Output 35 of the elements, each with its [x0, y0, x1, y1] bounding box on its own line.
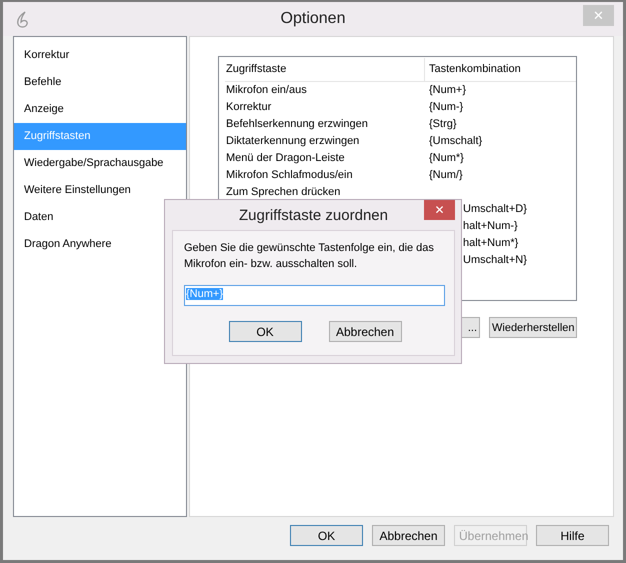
table-cell: Zum Sprechen drücken: [226, 186, 340, 198]
table-cell: {Num*}: [429, 152, 464, 164]
sidebar-item[interactable]: Anzeige: [14, 96, 186, 123]
sidebar-item[interactable]: Wiedergabe/Sprachausgabe: [14, 150, 186, 177]
table-cell: Mikrofon Schlafmodus/ein: [226, 169, 353, 181]
table-cell: Diktaterkennung erzwingen: [226, 135, 360, 147]
column-header[interactable]: Zugriffstaste: [225, 58, 425, 81]
dialog-button[interactable]: OK: [290, 525, 363, 546]
sidebar-item[interactable]: Befehle: [14, 69, 186, 96]
sidebar-item[interactable]: Korrektur: [14, 42, 186, 69]
dialog-button[interactable]: Abbrechen: [328, 321, 402, 342]
dialog-title: Zugriffstaste zuordnen: [239, 206, 388, 224]
table-cell: Mikrofon ein/aus: [226, 84, 307, 96]
dialog-button[interactable]: OK: [228, 321, 302, 342]
table-cell: halt+Num*}: [463, 237, 518, 249]
close-button[interactable]: ✕: [424, 200, 455, 220]
table-cell: Menü der Dragon-Leiste: [226, 152, 345, 164]
sidebar-item[interactable]: Weitere Einstellungen: [14, 177, 186, 204]
table-cell: {Strg}: [429, 118, 457, 130]
table-cell: {Umschalt}: [429, 135, 482, 147]
column-header[interactable]: Tastenkombination: [425, 58, 576, 81]
dialog-message: Geben Sie die gewünschte Tastenfolge ein, die das Mikrofon ein- bzw. ausschalten soll.: [184, 241, 435, 272]
table-cell: Korrektur: [226, 101, 272, 113]
dialog-button[interactable]: Abbrechen: [372, 525, 445, 546]
table-cell: {Num+}: [429, 84, 466, 96]
dialog-button[interactable]: Hilfe: [536, 525, 609, 546]
window-title: Optionen: [280, 10, 346, 28]
table-cell: Umschalt+D}: [463, 203, 527, 215]
table-cell: {Num/}: [429, 169, 463, 181]
panel-button[interactable]: Wiederherstellen: [489, 317, 577, 338]
table-cell: halt+Num-}: [463, 220, 518, 232]
table-cell: {Num-}: [429, 101, 464, 113]
flame-icon: [16, 11, 30, 29]
table-cell: Befehlserkennung erzwingen: [226, 118, 368, 130]
table-cell: Umschalt+N}: [463, 254, 527, 266]
